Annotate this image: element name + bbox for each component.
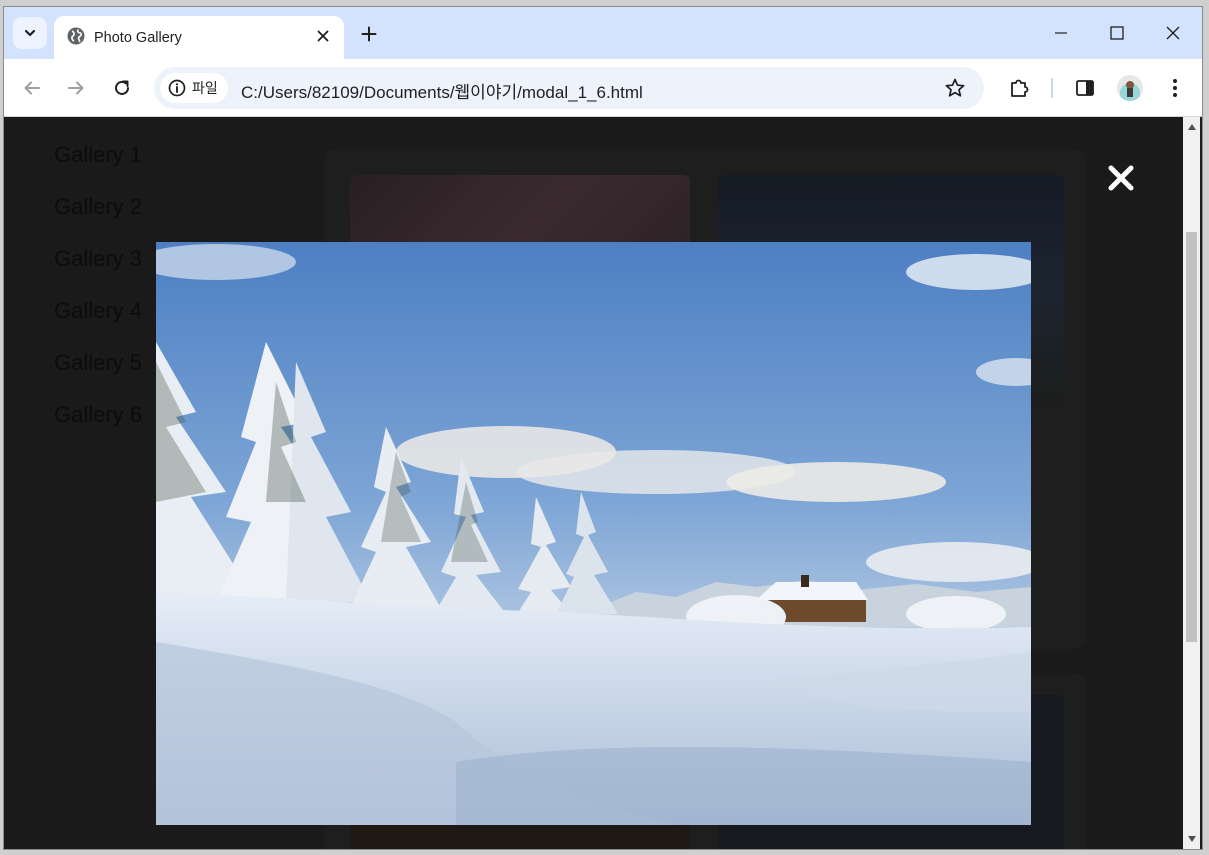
window-close-button[interactable] [1150,15,1196,51]
browser-window: Photo Gallery 파일 C:/Users/82109/Document… [3,6,1203,850]
close-icon [1166,26,1180,40]
address-bar[interactable]: 파일 C:/Users/82109/Documents/웹이야기/modal_1… [154,67,984,109]
forward-button[interactable] [61,73,91,103]
modal-image [156,242,1031,825]
tab-strip: Photo Gallery [4,7,1202,59]
gallery-sidebar: Gallery 1 Gallery 2 Gallery 3 Gallery 4 … [54,137,142,449]
arrow-left-icon [24,81,40,95]
scroll-thumb[interactable] [1186,232,1197,642]
scroll-up-arrow[interactable] [1186,121,1197,132]
more-vert-icon [1173,79,1177,97]
triangle-down-icon [1187,835,1196,842]
site-info-label: 파일 [192,80,218,96]
side-panel-button[interactable] [1070,73,1100,103]
scroll-down-arrow[interactable] [1186,833,1197,844]
reload-icon [115,80,129,95]
profile-picture-icon [1126,81,1134,97]
tab-photo-gallery[interactable]: Photo Gallery [54,16,344,59]
sidebar-item-gallery-3[interactable]: Gallery 3 [54,241,142,293]
tab-search-button[interactable] [13,17,47,49]
tab-close-button[interactable] [312,25,334,47]
info-icon [168,79,186,97]
extensions-button[interactable] [1004,73,1034,103]
tab-title: Photo Gallery [94,30,182,46]
maximize-button[interactable] [1094,15,1140,51]
site-info-chip[interactable]: 파일 [160,73,228,103]
menu-button[interactable] [1160,73,1190,103]
sidebar-item-gallery-1[interactable]: Gallery 1 [54,137,142,189]
page-viewport: Gallery 1 Gallery 2 Gallery 3 Gallery 4 … [4,117,1183,849]
sidebar-item-gallery-5[interactable]: Gallery 5 [54,345,142,397]
arrow-right-icon [68,81,84,95]
sidebar-item-gallery-4[interactable]: Gallery 4 [54,293,142,345]
side-panel-icon [1076,80,1094,96]
minimize-button[interactable] [1038,15,1084,51]
chevron-down-icon [24,29,36,37]
browser-toolbar: 파일 C:/Users/82109/Documents/웹이야기/modal_1… [4,59,1202,117]
back-button[interactable] [17,73,47,103]
plus-icon [361,26,377,42]
triangle-up-icon [1187,123,1196,130]
sidebar-item-gallery-6[interactable]: Gallery 6 [54,397,142,449]
globe-icon [67,27,85,45]
maximize-icon [1110,26,1124,40]
modal-close-button[interactable] [1104,161,1138,195]
sidebar-item-gallery-2[interactable]: Gallery 2 [54,189,142,241]
vertical-scrollbar[interactable] [1183,117,1200,849]
close-icon [317,30,329,42]
reload-button[interactable] [107,73,137,103]
puzzle-icon [1011,79,1029,97]
star-icon[interactable] [944,77,966,99]
url-text[interactable]: C:/Users/82109/Documents/웹이야기/modal_1_6.… [241,78,643,103]
toolbar-separator [1051,78,1053,98]
minimize-icon [1055,32,1067,34]
new-tab-button[interactable] [356,21,382,47]
avatar[interactable] [1117,75,1143,101]
